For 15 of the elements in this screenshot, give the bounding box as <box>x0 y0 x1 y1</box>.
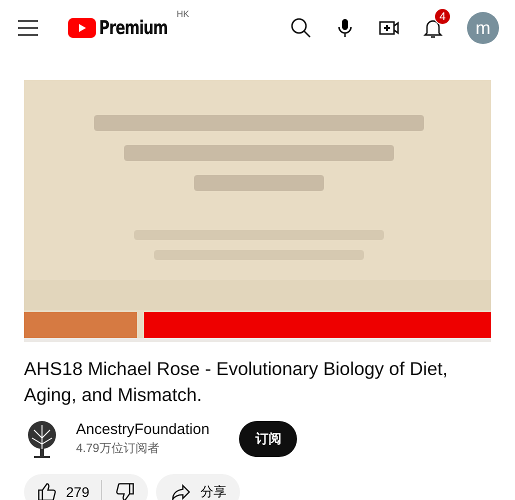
share-arrow-icon <box>170 481 192 500</box>
subscriber-count: 4.79万位订阅者 <box>76 440 160 457</box>
video-title: AHS18 Michael Rose - Evolutionary Biology of Diet, Aging, and Mismatch. <box>24 357 449 407</box>
region-label: HK <box>176 9 190 19</box>
share-button[interactable]: 分享 <box>156 474 240 500</box>
notification-badge: 4 <box>434 8 451 25</box>
subscribe-button[interactable]: 订阅 <box>239 421 298 457</box>
logo-text[interactable]: Premium <box>99 17 168 39</box>
thumbs-down-icon <box>114 481 136 500</box>
menu-icon[interactable] <box>18 20 38 36</box>
like-button[interactable]: 279 <box>24 480 102 500</box>
thumbs-up-icon <box>36 481 58 500</box>
channel-name[interactable]: AncestryFoundation <box>76 421 210 438</box>
search-icon[interactable] <box>289 16 313 40</box>
play-logo-icon <box>68 18 96 38</box>
